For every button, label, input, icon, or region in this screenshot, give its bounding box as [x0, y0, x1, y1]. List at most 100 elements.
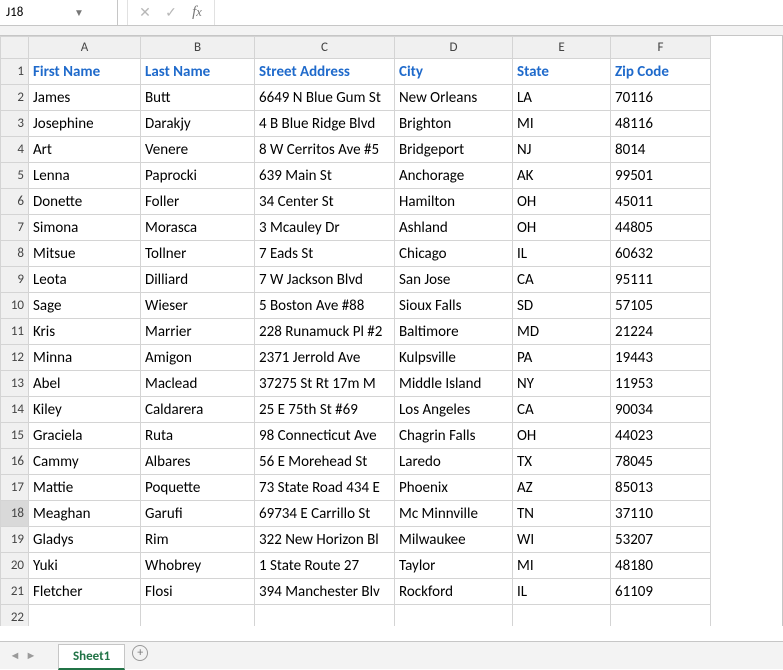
cell[interactable]: OH — [513, 189, 611, 215]
cell[interactable]: 78045 — [611, 449, 711, 475]
cell[interactable]: 98 Connecticut Ave — [255, 423, 395, 449]
header-cell[interactable]: Last Name — [141, 59, 255, 85]
cell[interactable]: 70116 — [611, 85, 711, 111]
cancel-icon[interactable]: ✕ — [132, 4, 158, 21]
cell[interactable]: 44805 — [611, 215, 711, 241]
row-header[interactable]: 17 — [1, 475, 29, 501]
col-header-D[interactable]: D — [395, 37, 513, 59]
cell[interactable]: 2371 Jerrold Ave — [255, 345, 395, 371]
cell[interactable]: Paprocki — [141, 163, 255, 189]
cell[interactable]: 73 State Road 434 E — [255, 475, 395, 501]
row-header[interactable]: 3 — [1, 111, 29, 137]
cell[interactable]: Chagrin Falls — [395, 423, 513, 449]
cell[interactable]: Baltimore — [395, 319, 513, 345]
row-header[interactable]: 21 — [1, 579, 29, 605]
cell[interactable]: 99501 — [611, 163, 711, 189]
cell[interactable]: Abel — [29, 371, 141, 397]
row-header[interactable]: 1 — [1, 59, 29, 85]
cell[interactable]: 639 Main St — [255, 163, 395, 189]
cell[interactable]: Maclead — [141, 371, 255, 397]
cell[interactable]: Dilliard — [141, 267, 255, 293]
cell[interactable]: Art — [29, 137, 141, 163]
cell[interactable]: Bridgeport — [395, 137, 513, 163]
row-header[interactable]: 18 — [1, 501, 29, 527]
name-box-input[interactable] — [6, 3, 66, 22]
row-header[interactable]: 4 — [1, 137, 29, 163]
cell[interactable]: Amigon — [141, 345, 255, 371]
cell[interactable]: 8 W Cerritos Ave #5 — [255, 137, 395, 163]
cell[interactable]: Phoenix — [395, 475, 513, 501]
cell[interactable] — [255, 605, 395, 627]
cell[interactable] — [141, 605, 255, 627]
cell[interactable]: Kris — [29, 319, 141, 345]
name-box-dropdown-icon[interactable]: ▼ — [74, 6, 84, 19]
cell[interactable]: Mitsue — [29, 241, 141, 267]
cell[interactable]: 45011 — [611, 189, 711, 215]
cell[interactable]: Taylor — [395, 553, 513, 579]
cell[interactable]: 56 E Morehead St — [255, 449, 395, 475]
col-header-A[interactable]: A — [29, 37, 141, 59]
cell[interactable]: Kiley — [29, 397, 141, 423]
spreadsheet-grid[interactable]: ABCDEF 1First NameLast NameStreet Addres… — [0, 36, 783, 626]
cell[interactable]: 228 Runamuck Pl #2 — [255, 319, 395, 345]
cell[interactable]: Poquette — [141, 475, 255, 501]
cell[interactable]: 5 Boston Ave #88 — [255, 293, 395, 319]
cell[interactable]: 44023 — [611, 423, 711, 449]
cell[interactable]: 60632 — [611, 241, 711, 267]
cell[interactable]: 1 State Route 27 — [255, 553, 395, 579]
cell[interactable] — [395, 605, 513, 627]
cell[interactable]: Cammy — [29, 449, 141, 475]
tab-nav-next-icon[interactable]: ► — [24, 649, 38, 662]
header-cell[interactable]: Zip Code — [611, 59, 711, 85]
cell[interactable]: Albares — [141, 449, 255, 475]
cell[interactable]: Caldarera — [141, 397, 255, 423]
cell[interactable]: SD — [513, 293, 611, 319]
cell[interactable]: OH — [513, 215, 611, 241]
cell[interactable]: Sage — [29, 293, 141, 319]
cell[interactable]: Gladys — [29, 527, 141, 553]
formula-input[interactable] — [214, 0, 783, 25]
tab-nav-prev-icon[interactable]: ◄ — [8, 649, 22, 662]
cell[interactable]: 7 Eads St — [255, 241, 395, 267]
row-header[interactable]: 12 — [1, 345, 29, 371]
cell[interactable]: 61109 — [611, 579, 711, 605]
cell[interactable]: Marrier — [141, 319, 255, 345]
cell[interactable]: Donette — [29, 189, 141, 215]
cell[interactable] — [29, 605, 141, 627]
add-sheet-button[interactable]: + — [129, 645, 151, 667]
header-cell[interactable]: Street Address — [255, 59, 395, 85]
cell[interactable]: Ruta — [141, 423, 255, 449]
cell[interactable]: 37275 St Rt 17m M — [255, 371, 395, 397]
cell[interactable]: Rockford — [395, 579, 513, 605]
cell[interactable]: 11953 — [611, 371, 711, 397]
cell[interactable]: 322 New Horizon Bl — [255, 527, 395, 553]
cell[interactable]: Mc Minnville — [395, 501, 513, 527]
cell[interactable]: 8014 — [611, 137, 711, 163]
cell[interactable]: 7 W Jackson Blvd — [255, 267, 395, 293]
cell[interactable]: Milwaukee — [395, 527, 513, 553]
cell[interactable]: Tollner — [141, 241, 255, 267]
cell[interactable]: Ashland — [395, 215, 513, 241]
fx-icon[interactable]: fx — [184, 4, 210, 21]
row-header[interactable]: 6 — [1, 189, 29, 215]
cell[interactable]: Lenna — [29, 163, 141, 189]
cell[interactable]: 53207 — [611, 527, 711, 553]
cell[interactable]: Garufi — [141, 501, 255, 527]
row-header[interactable]: 13 — [1, 371, 29, 397]
cell[interactable]: Fletcher — [29, 579, 141, 605]
cell[interactable] — [611, 605, 711, 627]
col-header-F[interactable]: F — [611, 37, 711, 59]
cell[interactable]: 3 Mcauley Dr — [255, 215, 395, 241]
cell[interactable]: 95111 — [611, 267, 711, 293]
row-header[interactable]: 14 — [1, 397, 29, 423]
row-header[interactable]: 7 — [1, 215, 29, 241]
cell[interactable]: Whobrey — [141, 553, 255, 579]
cell[interactable]: Leota — [29, 267, 141, 293]
cell[interactable]: Josephine — [29, 111, 141, 137]
row-header[interactable]: 5 — [1, 163, 29, 189]
cell[interactable]: Meaghan — [29, 501, 141, 527]
cell[interactable]: 69734 E Carrillo St — [255, 501, 395, 527]
row-header[interactable]: 8 — [1, 241, 29, 267]
cell[interactable]: Mattie — [29, 475, 141, 501]
col-header-C[interactable]: C — [255, 37, 395, 59]
